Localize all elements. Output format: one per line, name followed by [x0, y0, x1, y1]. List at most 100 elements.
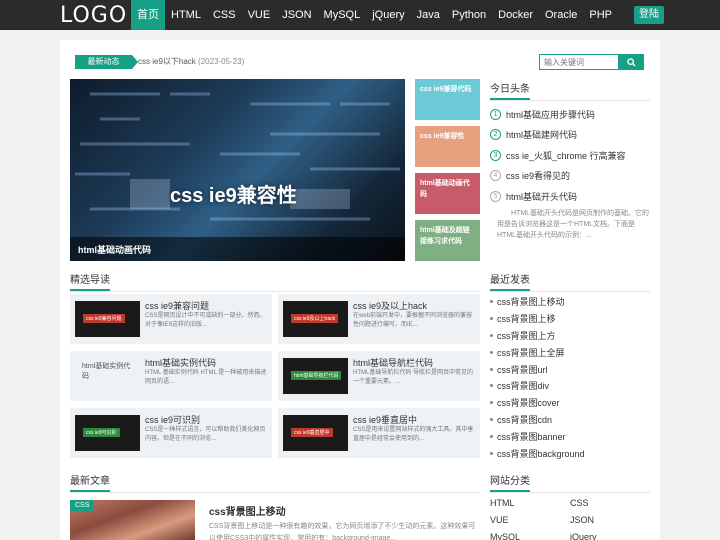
thumbnail-alt-text: html基础实例代码 — [82, 363, 131, 380]
hot-item-summary: HTML基础开头代码是网页制作的基础。它的用是告诉浏览器这是一个HTML文档。下… — [497, 210, 650, 239]
latest-posts-title-text: 最近发表 — [490, 271, 530, 291]
latest-post-link[interactable]: css背景图url — [490, 361, 650, 378]
nav-item-css[interactable]: CSS — [207, 0, 242, 30]
featured-card[interactable]: html基础导航栏代码 html基础导航栏代码 HTML基础导航栏代码 导航栏是… — [278, 351, 480, 401]
featured-card-title[interactable]: css ie9可识别 — [145, 413, 200, 426]
hot-item[interactable]: 3 css ie_火狐_chrome 行高兼容 — [490, 145, 650, 166]
ticker-bullet-icon — [129, 59, 133, 63]
thumbnail-label: css ie9及以上hack — [291, 314, 339, 323]
featured-card-desc: 在web前端开发中，要根据不同浏览器的兼容性问题进行编写。而IE... — [353, 313, 473, 328]
search-icon — [627, 57, 636, 67]
latest-post-link[interactable]: css背景图background — [490, 445, 650, 462]
featured-card-title[interactable]: css ie9兼容问题 — [145, 299, 209, 312]
rank-badge: 3 — [490, 149, 501, 161]
featured-card-title[interactable]: html基础导航栏代码 — [353, 356, 433, 369]
nav-item-json[interactable]: JSON — [276, 0, 317, 30]
latest-post-link[interactable]: css背景图div — [490, 377, 650, 394]
featured-card-title[interactable]: css ie9及以上hack — [353, 299, 427, 312]
featured-thumbnail: css ie9垂直居中 — [283, 415, 348, 451]
latest-post-link[interactable]: css背景图上方 — [490, 327, 650, 344]
hot-item-text[interactable]: html基础应用步骤代码 — [506, 108, 595, 121]
nav-item-html[interactable]: HTML — [165, 0, 207, 30]
ticker-title[interactable]: css ie9以下hack — [138, 57, 196, 66]
top-navbar: LOGO 首页 HTML CSS VUE JSON MySQL jQuery J… — [0, 0, 720, 30]
latest-posts-section-title: 最近发表 — [490, 271, 650, 292]
category-link[interactable]: CSS — [570, 498, 589, 508]
news-ticker-label: 最新动态 — [75, 55, 138, 69]
category-link[interactable]: MySQL — [490, 532, 520, 540]
featured-card-desc: CSS是用来设置网站样式的强大工具。其中垂直居中是经常会使用到的... — [353, 427, 474, 442]
hot-item[interactable]: 2 html基础建网代码 — [490, 125, 650, 146]
latest-posts-list: css背景图上移动 css背景图上移 css背景图上方 css背景图上全屏 cs… — [490, 293, 650, 462]
ticker-date: (2023-05-23) — [198, 57, 245, 66]
news-ticker-item[interactable]: css ie9以下hack (2023-05-23) — [138, 56, 244, 67]
latest-post-link[interactable]: css背景图banner — [490, 428, 650, 445]
article-title[interactable]: css背景图上移动 — [209, 503, 286, 518]
featured-card[interactable]: css ie9兼容问题 css ie9兼容问题 CSS是网页设计中不可或缺的一部… — [70, 294, 272, 344]
featured-card-title[interactable]: css ie9垂直居中 — [353, 413, 417, 426]
latest-post-link[interactable]: css背景图cover — [490, 394, 650, 411]
tile-3[interactable]: html基础动画代码 — [415, 173, 480, 214]
hot-item[interactable]: 1 html基础应用步骤代码 — [490, 104, 650, 125]
thumbnail-label: css ie9垂直居中 — [291, 428, 333, 437]
featured-card-desc: HTML 基础实例代码 HTML 是一种被用来描述网页的语... — [145, 370, 267, 385]
tile-2[interactable]: css ie9兼容性 — [415, 126, 480, 167]
category-link[interactable]: JSON — [570, 515, 594, 525]
nav-item-home[interactable]: 首页 — [131, 0, 165, 30]
article-category-tag[interactable]: CSS — [70, 500, 95, 511]
tile-1[interactable]: css ie9兼容代码 — [415, 79, 480, 120]
nav-item-mysql[interactable]: MySQL — [318, 0, 367, 30]
featured-section-title: 精选导读 — [70, 271, 480, 292]
latest-post-link[interactable]: css背景图上移 — [490, 310, 650, 327]
featured-card-title[interactable]: html基础实例代码 — [145, 356, 216, 369]
categories-section-title: 网站分类 — [490, 472, 650, 493]
featured-card-desc: CSS是网页设计中不可或缺的一部分。然而。对于像IE9这样的旧版... — [145, 313, 266, 328]
nav-item-php[interactable]: PHP — [583, 0, 618, 30]
hot-section-title: 今日头条 — [490, 80, 650, 101]
nav-item-vue[interactable]: VUE — [242, 0, 277, 30]
hot-item-text[interactable]: css ie_火狐_chrome 行高兼容 — [506, 149, 626, 162]
featured-card[interactable]: css ie9及以上hack css ie9及以上hack 在web前端开发中，… — [278, 294, 480, 344]
nav-item-jquery[interactable]: jQuery — [366, 0, 410, 30]
rank-badge: 4 — [490, 170, 501, 182]
login-button[interactable]: 登陆 — [634, 6, 664, 24]
latest-post-link[interactable]: css背景图cdn — [490, 411, 650, 428]
site-logo[interactable]: LOGO — [60, 3, 127, 28]
featured-thumbnail: css ie9兼容问题 — [75, 301, 140, 337]
tile-4[interactable]: html基础及超链接练习求代码 — [415, 220, 480, 261]
hero-slide[interactable]: css ie9兼容性 html基础动画代码 — [70, 79, 405, 261]
featured-card-desc: HTML基础导航栏代码 导航栏是网页中常见的一个重要元素。... — [353, 370, 474, 385]
featured-card[interactable]: css ie9可识别 css ie9可识别 CSS是一种样式语言，可以帮助我们美… — [70, 408, 272, 458]
category-link[interactable]: HTML — [490, 498, 515, 508]
hot-item-text[interactable]: html基础建网代码 — [506, 128, 577, 141]
thumbnail-label: css ie9可识别 — [83, 428, 120, 437]
nav-item-java[interactable]: Java — [411, 0, 446, 30]
hero-caption[interactable]: html基础动画代码 — [78, 243, 151, 256]
rank-badge: 5 — [490, 190, 501, 202]
latest-post-link[interactable]: css背景图上全屏 — [490, 344, 650, 361]
latest-post-link[interactable]: css背景图上移动 — [490, 293, 650, 310]
main-nav: 首页 HTML CSS VUE JSON MySQL jQuery Java P… — [131, 0, 618, 30]
search-button[interactable] — [619, 54, 644, 70]
featured-card[interactable]: html基础实例代码 html基础实例代码 HTML 基础实例代码 HTML 是… — [70, 351, 272, 401]
hero-image-title: css ie9兼容性 — [170, 185, 297, 207]
hot-item[interactable]: 5 html基础开头代码 — [490, 186, 650, 207]
hot-item-text[interactable]: css ie9看得见的 — [506, 169, 570, 182]
hero-background-image — [75, 92, 400, 221]
rank-badge: 2 — [490, 129, 501, 141]
category-link[interactable]: VUE — [490, 515, 509, 525]
search-input[interactable] — [539, 54, 619, 70]
hot-item[interactable]: 4 css ie9看得见的 — [490, 166, 650, 187]
article-excerpt: CSS背景图上移动是一种很有趣的效果，它为网页增添了不少生动的元素。这种效果可以… — [209, 523, 476, 540]
nav-item-python[interactable]: Python — [446, 0, 492, 30]
article-thumbnail[interactable]: CSS — [70, 500, 195, 540]
hot-item-text[interactable]: html基础开头代码 — [506, 190, 577, 203]
category-link[interactable]: jQuery — [570, 532, 597, 540]
featured-title-text: 精选导读 — [70, 271, 110, 291]
hot-list: 1 html基础应用步骤代码 2 html基础建网代码 3 css ie_火狐_chr… — [490, 104, 650, 207]
featured-thumbnail-broken: html基础实例代码 — [75, 358, 140, 394]
featured-card[interactable]: css ie9垂直居中 css ie9垂直居中 CSS是用来设置网站样式的强大工… — [278, 408, 480, 458]
latest-articles-section-title: 最新文章 — [70, 472, 480, 493]
nav-item-docker[interactable]: Docker — [492, 0, 539, 30]
nav-item-oracle[interactable]: Oracle — [539, 0, 583, 30]
